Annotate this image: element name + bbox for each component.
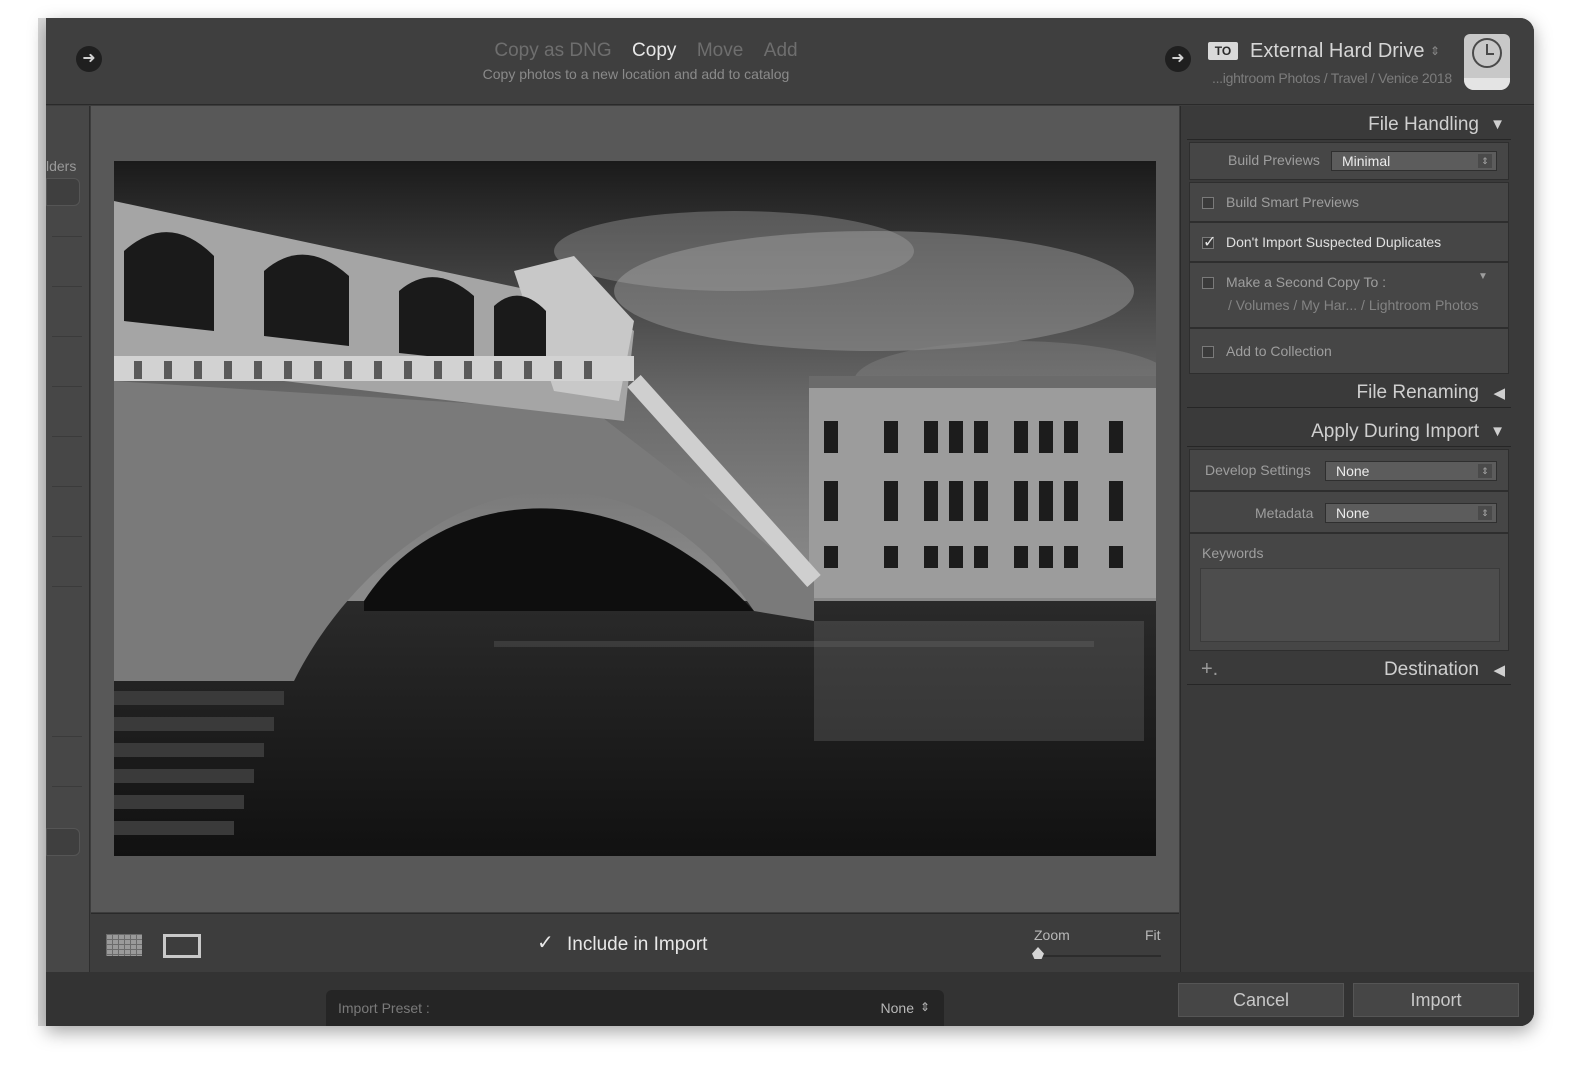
divider [52, 486, 82, 487]
photo-preview[interactable] [114, 161, 1156, 856]
add-to-collection-checkbox[interactable] [1202, 346, 1214, 358]
cancel-button[interactable]: Cancel [1178, 983, 1344, 1017]
build-previews-row: Build Previews Minimal ⇕ [1189, 142, 1509, 180]
to-badge: TO [1208, 42, 1238, 60]
build-smart-previews-label[interactable]: Build Smart Previews [1226, 194, 1359, 210]
divider [52, 386, 82, 387]
preview-toolbar: ✓ Include in Import Zoom Fit [91, 913, 1179, 971]
checkmark-icon: ✓ [1203, 234, 1217, 251]
import-dialog: ➜ Copy as DNG Copy Move Add Copy photos … [46, 18, 1534, 1026]
dont-import-duplicates-label[interactable]: Don't Import Suspected Duplicates [1226, 234, 1441, 250]
divider [52, 736, 82, 737]
file-renaming-title: File Renaming [1356, 382, 1480, 403]
metadata-label: Metadata [1255, 505, 1314, 521]
triangle-down-icon: ▼ [1490, 116, 1505, 133]
develop-settings-value: None [1336, 463, 1370, 479]
build-smart-previews-row: Build Smart Previews [1189, 182, 1509, 222]
divider [52, 236, 82, 237]
destination-title[interactable]: External Hard Drive [1250, 40, 1425, 63]
source-arrow-icon[interactable]: ➜ [76, 46, 102, 72]
import-preset-label: Import Preset : [338, 1000, 430, 1016]
select-arrows-icon: ⇕ [1478, 154, 1492, 168]
bottom-bar: Import Preset : None ⇕ Cancel Import [46, 972, 1534, 1026]
import-mode-selector: Copy as DNG Copy Move Add [466, 40, 826, 62]
metadata-row: Metadata None ⇕ [1189, 491, 1509, 533]
include-checkmark-icon[interactable]: ✓ [537, 930, 554, 955]
source-panel-collapsed: lders [46, 106, 90, 972]
triangle-left-icon: ◀ [1493, 385, 1505, 402]
keywords-label: Keywords [1202, 545, 1264, 561]
triangle-left-icon: ◀ [1493, 662, 1505, 679]
divider [52, 436, 82, 437]
develop-settings-select[interactable]: None ⇕ [1325, 461, 1497, 481]
build-previews-value: Minimal [1342, 153, 1391, 169]
apply-during-import-header[interactable]: Apply During Import ▼ [1187, 417, 1511, 447]
plus-icon[interactable]: +. [1201, 658, 1218, 681]
develop-settings-row: Develop Settings None ⇕ [1189, 449, 1509, 491]
grid-view-icon[interactable] [106, 934, 142, 956]
dont-import-duplicates-row: ✓ Don't Import Suspected Duplicates [1189, 222, 1509, 262]
source-item[interactable] [46, 828, 80, 856]
metadata-value: None [1336, 505, 1370, 521]
build-smart-previews-checkbox[interactable] [1202, 197, 1214, 209]
add-to-collection-label[interactable]: Add to Collection [1226, 343, 1332, 359]
build-previews-label: Build Previews [1228, 152, 1320, 168]
file-renaming-header[interactable]: File Renaming ◀ [1187, 378, 1511, 408]
mode-description: Copy photos to a new location and add to… [482, 66, 790, 82]
add-to-collection-row: Add to Collection [1189, 328, 1509, 374]
file-handling-header[interactable]: File Handling ▼ [1187, 110, 1511, 140]
destination-header[interactable]: +. Destination ◀ [1187, 655, 1511, 685]
divider [52, 586, 82, 587]
destination-section-title: Destination [1383, 659, 1479, 680]
second-copy-checkbox[interactable] [1202, 277, 1214, 289]
mode-copy-as-dng[interactable]: Copy as DNG [494, 40, 611, 62]
import-preset-value[interactable]: None [881, 1000, 914, 1016]
select-arrows-icon: ⇕ [1478, 506, 1492, 520]
loupe-view-icon[interactable] [163, 934, 201, 958]
destination-arrow-icon[interactable]: ➜ [1165, 46, 1191, 72]
mode-copy[interactable]: Copy [632, 40, 676, 62]
top-bar: ➜ Copy as DNG Copy Move Add Copy photos … [46, 18, 1534, 105]
second-copy-row: Make a Second Copy To : ▼ / Volumes / My… [1189, 262, 1509, 328]
updown-icon[interactable]: ⇕ [1430, 44, 1440, 58]
mode-add[interactable]: Add [764, 40, 798, 62]
right-panel: File Handling ▼ Build Previews Minimal ⇕… [1180, 106, 1534, 972]
select-arrows-icon: ⇕ [1478, 464, 1492, 478]
dropdown-icon[interactable]: ▼ [1478, 271, 1488, 282]
divider [52, 786, 82, 787]
second-copy-path: / Volumes / My Har... / Lightroom Photos [1228, 297, 1479, 313]
select-arrows-icon[interactable]: ⇕ [920, 1000, 930, 1014]
zoom-slider-track[interactable] [1037, 955, 1161, 957]
metadata-select[interactable]: None ⇕ [1325, 503, 1497, 523]
divider [52, 286, 82, 287]
apply-during-import-title: Apply During Import [1311, 421, 1479, 442]
divider [52, 336, 82, 337]
rialto-bridge-photo [114, 161, 1156, 856]
zoom-fit-label: Fit [1145, 927, 1161, 943]
time-machine-drive-icon [1464, 34, 1510, 90]
zoom-label: Zoom [1034, 927, 1070, 943]
second-copy-label[interactable]: Make a Second Copy To : [1226, 274, 1386, 290]
destination-path: ...ightroom Photos / Travel / Venice 201… [1212, 70, 1452, 86]
import-button[interactable]: Import [1353, 983, 1519, 1017]
build-previews-select[interactable]: Minimal ⇕ [1331, 151, 1497, 171]
file-handling-title: File Handling [1368, 114, 1479, 135]
divider [52, 536, 82, 537]
preview-area [91, 106, 1179, 912]
keywords-row: Keywords [1189, 533, 1509, 651]
zoom-slider-thumb[interactable] [1032, 947, 1044, 959]
develop-settings-label: Develop Settings [1205, 462, 1311, 478]
import-preset-bar[interactable]: Import Preset : None ⇕ [326, 990, 944, 1026]
include-in-import-label[interactable]: Include in Import [567, 934, 707, 956]
keywords-input[interactable] [1200, 568, 1500, 642]
triangle-down-icon: ▼ [1490, 423, 1505, 440]
folders-label: lders [46, 158, 77, 174]
source-item[interactable] [46, 178, 80, 206]
mode-move[interactable]: Move [697, 40, 743, 62]
